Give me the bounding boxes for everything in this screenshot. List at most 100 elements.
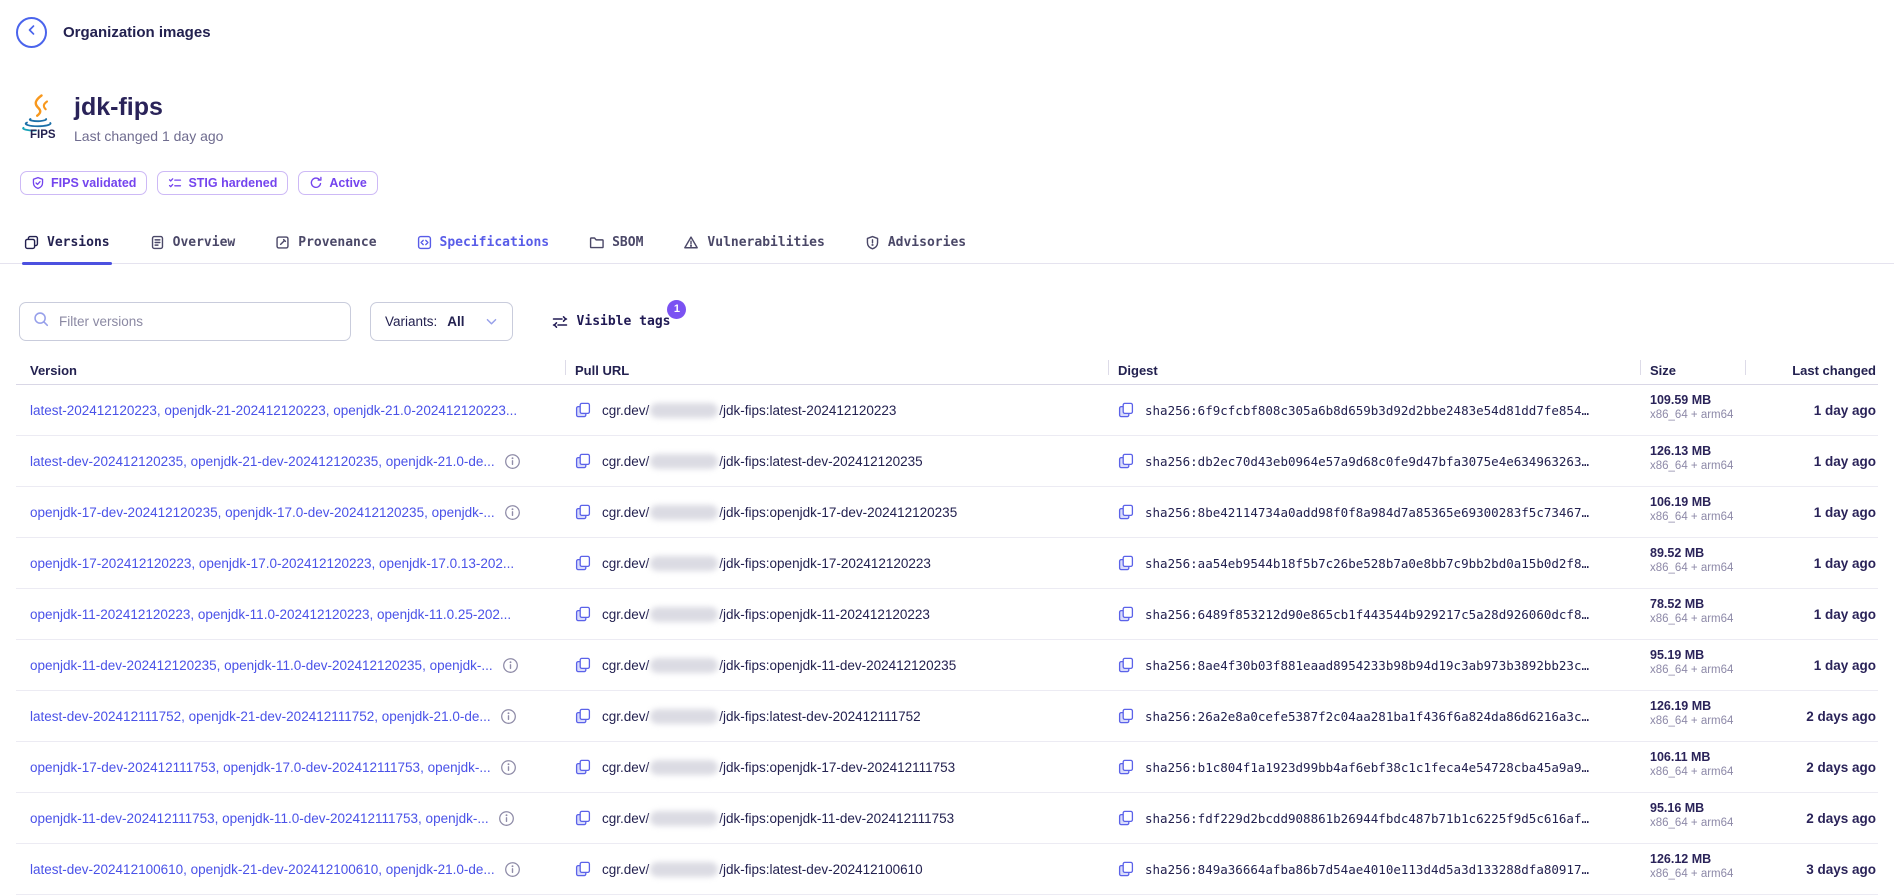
copy-icon[interactable]	[1118, 708, 1134, 724]
size-architectures: x86_64 + arm64	[1650, 664, 1745, 676]
pull-url-text: cgr.dev//jdk-fips:openjdk-11-20241212022…	[602, 607, 930, 622]
pull-url-cell: cgr.dev//jdk-fips:latest-dev-20241210061…	[565, 844, 1108, 894]
visible-tags-button[interactable]: Visible tags 1	[552, 314, 671, 330]
copy-icon[interactable]	[575, 555, 591, 571]
last-changed-cell: 3 days ago	[1745, 844, 1878, 894]
info-icon[interactable]	[500, 708, 517, 725]
column-header-version: Version	[16, 356, 565, 384]
visible-tags-count-badge: 1	[667, 300, 686, 319]
badge-active: Active	[298, 171, 378, 195]
version-link[interactable]: latest-dev-202412111752, openjdk-21-dev-…	[30, 709, 491, 724]
copy-icon[interactable]	[575, 606, 591, 622]
copy-icon[interactable]	[575, 453, 591, 469]
copy-icon[interactable]	[575, 708, 591, 724]
pull-url-text: cgr.dev//jdk-fips:openjdk-17-dev-2024121…	[602, 505, 957, 520]
tab-provenance[interactable]: Provenance	[273, 231, 378, 263]
tab-vulnerabilities[interactable]: Vulnerabilities	[681, 231, 826, 263]
version-link[interactable]: openjdk-17-dev-202412111753, openjdk-17.…	[30, 760, 491, 775]
last-changed-cell: 1 day ago	[1745, 487, 1878, 537]
digest-cell: sha256:db2ec70d43eb0964e57a9d68c0fe9d47b…	[1108, 436, 1640, 486]
info-icon[interactable]	[504, 504, 521, 521]
size-cell: 95.16 MB x86_64 + arm64	[1640, 793, 1745, 843]
redacted-org-blur	[650, 454, 718, 469]
copy-icon[interactable]	[1118, 453, 1134, 469]
copy-icon[interactable]	[1118, 810, 1134, 826]
version-link[interactable]: openjdk-11-dev-202412111753, openjdk-11.…	[30, 811, 489, 826]
size-value: 106.11 MB	[1650, 750, 1745, 764]
badges-row: FIPS validatedSTIG hardenedActive	[20, 171, 1894, 195]
copy-icon[interactable]	[575, 861, 591, 877]
version-link[interactable]: latest-dev-202412100610, openjdk-21-dev-…	[30, 862, 495, 877]
badge-label: STIG hardened	[188, 176, 277, 190]
copy-icon[interactable]	[1118, 657, 1134, 673]
copy-icon[interactable]	[575, 402, 591, 418]
table-body: latest-202412120223, openjdk-21-20241212…	[16, 385, 1878, 895]
tab-sbom[interactable]: SBOM	[587, 231, 645, 263]
version-link[interactable]: openjdk-17-dev-202412120235, openjdk-17.…	[30, 505, 495, 520]
digest-text: sha256:8be42114734a0add98f0f8a984d7a8536…	[1145, 505, 1589, 520]
sbom-icon	[589, 235, 604, 250]
tab-advisories[interactable]: Advisories	[863, 231, 968, 263]
overview-icon	[150, 235, 165, 250]
version-link[interactable]: openjdk-11-202412120223, openjdk-11.0-20…	[30, 607, 511, 622]
info-icon[interactable]	[504, 861, 521, 878]
variants-dropdown[interactable]: Variants: All	[370, 302, 513, 341]
tab-label: Specifications	[440, 235, 550, 250]
size-value: 126.13 MB	[1650, 444, 1745, 458]
checklist-icon	[168, 176, 182, 190]
info-icon[interactable]	[498, 810, 515, 827]
copy-icon[interactable]	[575, 810, 591, 826]
size-value: 89.52 MB	[1650, 546, 1745, 560]
last-changed-cell: 1 day ago	[1745, 538, 1878, 588]
copy-icon[interactable]	[575, 504, 591, 520]
tab-overview[interactable]: Overview	[148, 231, 238, 263]
version-link[interactable]: latest-202412120223, openjdk-21-20241212…	[30, 403, 517, 418]
copy-icon[interactable]	[1118, 402, 1134, 418]
redacted-org-blur	[650, 862, 718, 877]
copy-icon[interactable]	[1118, 759, 1134, 775]
copy-icon[interactable]	[1118, 555, 1134, 571]
size-architectures: x86_64 + arm64	[1650, 868, 1745, 880]
version-cell: openjdk-11-dev-202412111753, openjdk-11.…	[16, 793, 565, 843]
digest-text: sha256:aa54eb9544b18f5b7c26be528b7a0e8bb…	[1145, 556, 1589, 571]
image-header: FIPS jdk-fips Last changed 1 day ago	[20, 94, 1894, 145]
filter-versions-box[interactable]	[19, 302, 351, 341]
size-cell: 106.11 MB x86_64 + arm64	[1640, 742, 1745, 792]
visible-tags-label: Visible tags	[577, 314, 671, 329]
table-row: latest-dev-202412120235, openjdk-21-dev-…	[16, 436, 1878, 487]
redacted-org-blur	[650, 709, 718, 724]
table-row: latest-dev-202412111752, openjdk-21-dev-…	[16, 691, 1878, 742]
copy-icon[interactable]	[575, 759, 591, 775]
size-cell: 126.12 MB x86_64 + arm64	[1640, 844, 1745, 894]
digest-text: sha256:b1c804f1a1923d99bb4af6ebf38c1c1fe…	[1145, 760, 1589, 775]
version-cell: openjdk-17-dev-202412111753, openjdk-17.…	[16, 742, 565, 792]
info-icon[interactable]	[500, 759, 517, 776]
size-architectures: x86_64 + arm64	[1650, 817, 1745, 829]
table-row: openjdk-17-202412120223, openjdk-17.0-20…	[16, 538, 1878, 589]
last-changed-cell: 1 day ago	[1745, 436, 1878, 486]
version-link[interactable]: openjdk-17-202412120223, openjdk-17.0-20…	[30, 556, 514, 571]
copy-icon[interactable]	[1118, 861, 1134, 877]
filter-versions-input[interactable]	[59, 314, 338, 329]
pull-url-cell: cgr.dev//jdk-fips:openjdk-17-dev-2024121…	[565, 487, 1108, 537]
info-icon[interactable]	[504, 453, 521, 470]
last-changed-cell: 2 days ago	[1745, 691, 1878, 741]
copy-icon[interactable]	[1118, 504, 1134, 520]
pull-url-cell: cgr.dev//jdk-fips:openjdk-11-20241212022…	[565, 589, 1108, 639]
version-cell: latest-dev-202412120235, openjdk-21-dev-…	[16, 436, 565, 486]
size-value: 126.19 MB	[1650, 699, 1745, 713]
info-icon[interactable]	[502, 657, 519, 674]
digest-text: sha256:6489f853212d90e865cb1f443544b9292…	[1145, 607, 1589, 622]
tab-versions[interactable]: Versions	[22, 231, 112, 263]
copy-icon[interactable]	[575, 657, 591, 673]
back-button[interactable]	[16, 17, 47, 48]
page-title: jdk-fips	[74, 94, 223, 122]
version-link[interactable]: openjdk-11-dev-202412120235, openjdk-11.…	[30, 658, 493, 673]
copy-icon[interactable]	[1118, 606, 1134, 622]
tab-specifications[interactable]: Specifications	[415, 231, 552, 263]
version-cell: openjdk-17-dev-202412120235, openjdk-17.…	[16, 487, 565, 537]
pull-url-cell: cgr.dev//jdk-fips:openjdk-17-dev-2024121…	[565, 742, 1108, 792]
digest-cell: sha256:aa54eb9544b18f5b7c26be528b7a0e8bb…	[1108, 538, 1640, 588]
version-link[interactable]: latest-dev-202412120235, openjdk-21-dev-…	[30, 454, 495, 469]
digest-cell: sha256:6f9cfcbf808c305a6b8d659b3d92d2bbe…	[1108, 385, 1640, 435]
